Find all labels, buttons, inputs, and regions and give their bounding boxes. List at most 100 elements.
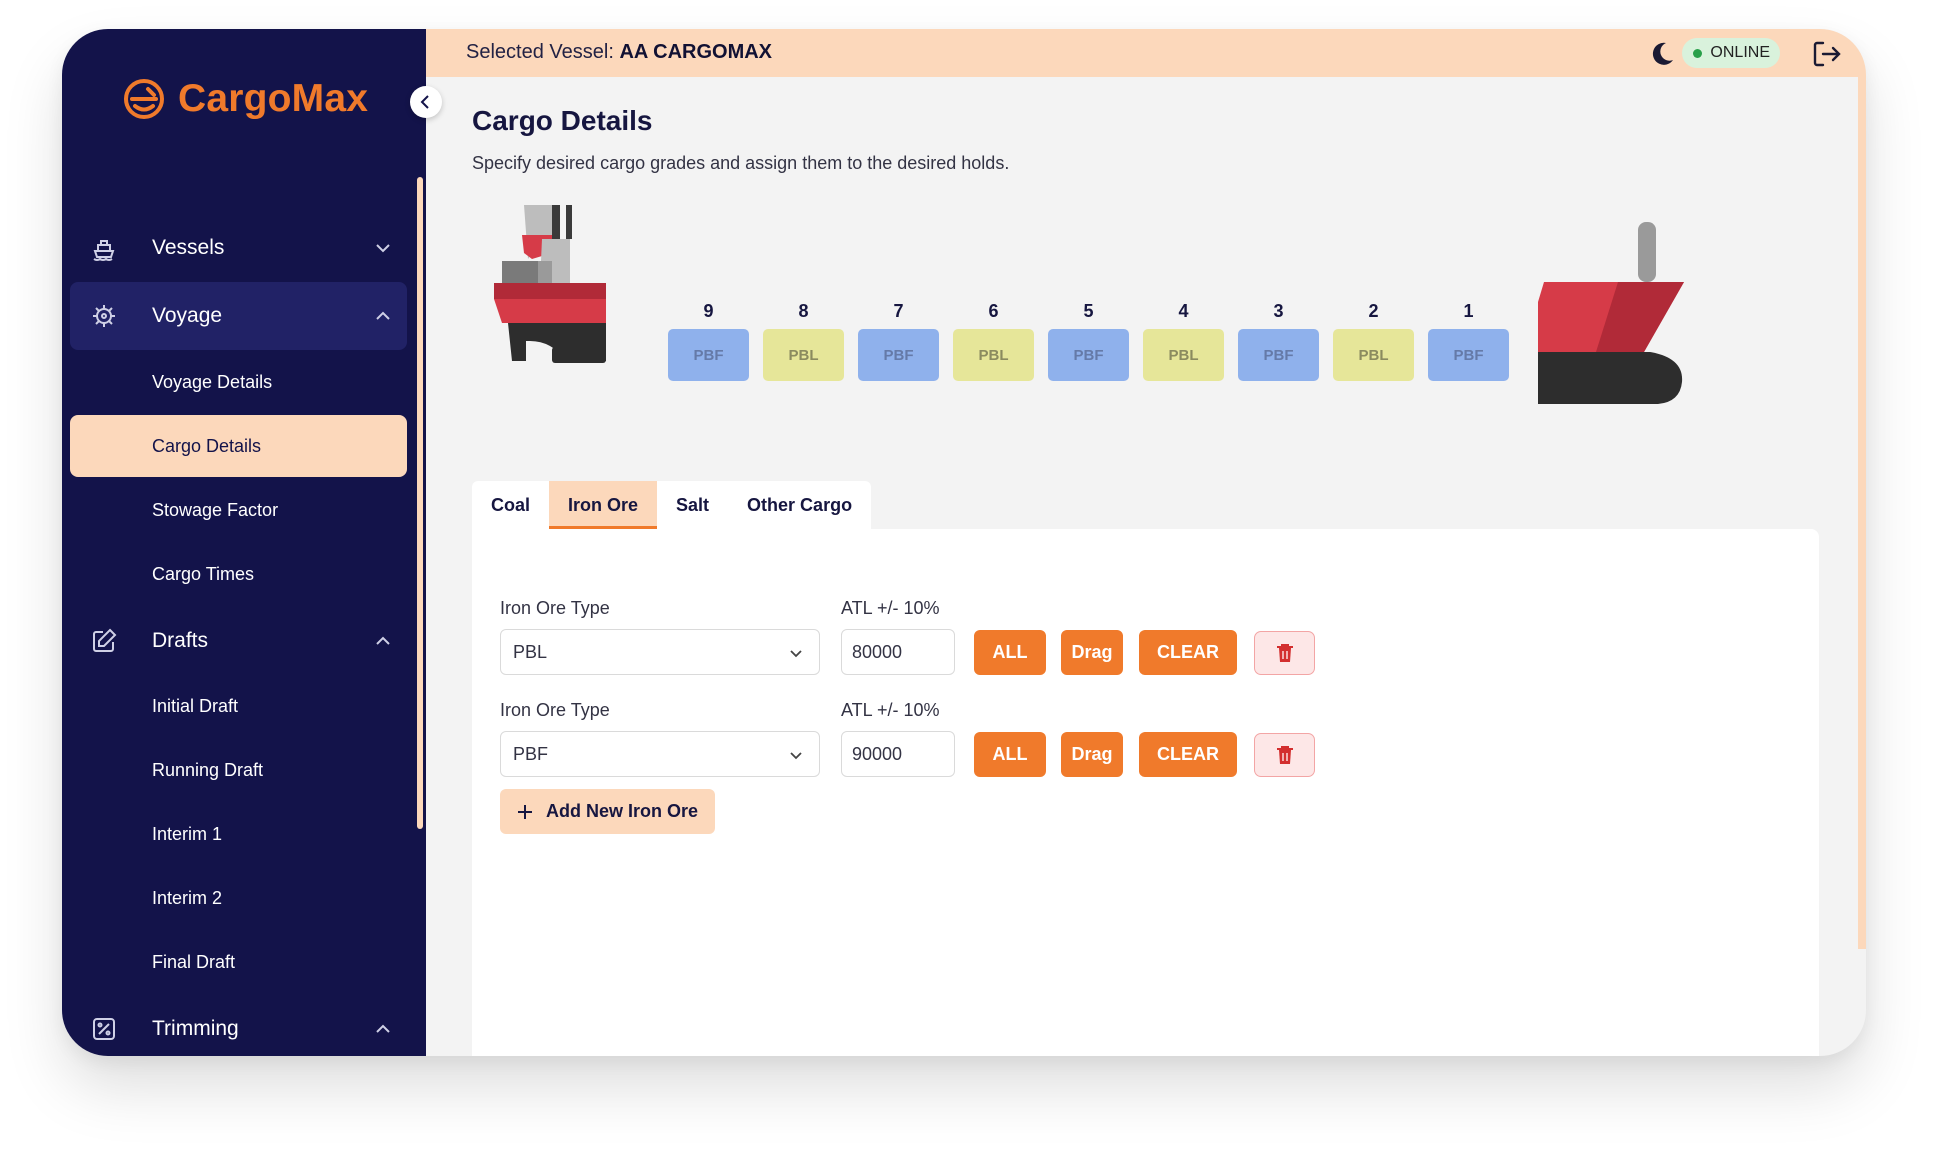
sidebar-scrollbar[interactable] xyxy=(417,177,423,829)
atl-input[interactable] xyxy=(841,731,955,777)
hold-number: 4 xyxy=(1178,301,1189,321)
add-button-label: Add New Iron Ore xyxy=(546,801,699,821)
hold-map: 9 PBF 8 PBL 7 PBF 6 PBL 5 PBF 4 PBL 3 PBF 2 PBL … xyxy=(668,301,1509,381)
sidebar-item-interim-2[interactable]: Interim 2 xyxy=(70,867,407,929)
top-bar: Selected Vessel: AA CARGOMAX ONLINE xyxy=(426,29,1866,77)
sidebar-item-cargo-details[interactable]: Cargo Details xyxy=(70,415,407,477)
cargomax-logo-icon xyxy=(124,79,164,119)
select-value: PBL xyxy=(513,642,548,662)
app-window: CargoMax Vessels Voyage Voyage Details C… xyxy=(62,29,1866,1056)
selected-vessel: Selected Vessel: AA CARGOMAX xyxy=(466,41,772,64)
dark-mode-toggle-icon[interactable] xyxy=(1648,39,1676,67)
hold-5[interactable]: 5 PBF xyxy=(1048,301,1129,381)
hold-grade[interactable]: PBL xyxy=(763,329,844,381)
sidebar-item-stowage-factor[interactable]: Stowage Factor xyxy=(70,479,407,541)
hold-grade[interactable]: PBL xyxy=(1143,329,1224,381)
hold-7[interactable]: 7 PBF xyxy=(858,301,939,381)
collapse-sidebar-button[interactable] xyxy=(410,86,442,118)
hold-6[interactable]: 6 PBL xyxy=(953,301,1034,381)
sidebar-item-running-draft[interactable]: Running Draft xyxy=(70,739,407,801)
sidebar-group-voyage[interactable]: Voyage xyxy=(70,282,407,350)
all-button[interactable]: ALL xyxy=(974,630,1046,675)
trash-icon xyxy=(1276,644,1293,662)
hold-1[interactable]: 1 PBF xyxy=(1428,301,1509,381)
status-dot-icon xyxy=(1693,49,1703,58)
hold-number: 6 xyxy=(988,301,999,321)
sidebar-group-label: Vessels xyxy=(152,236,225,259)
atl-input[interactable] xyxy=(841,629,955,675)
hold-grade[interactable]: PBF xyxy=(668,329,749,381)
sidebar-item-label: Voyage Details xyxy=(152,371,273,392)
logo[interactable]: CargoMax xyxy=(122,77,368,121)
add-new-iron-ore-button[interactable]: Add New Iron Ore xyxy=(500,789,715,834)
hold-number: 2 xyxy=(1368,301,1379,321)
sidebar-group-trimming[interactable]: Trimming xyxy=(70,995,407,1056)
hold-grade[interactable]: PBL xyxy=(1333,329,1414,381)
sidebar-item-cargo-times[interactable]: Cargo Times xyxy=(70,543,407,605)
tab-iron-ore[interactable]: Iron Ore xyxy=(549,481,658,529)
hold-grade[interactable]: PBF xyxy=(858,329,939,381)
chevron-down-icon xyxy=(790,650,802,658)
logo-text: CargoMax xyxy=(178,77,369,120)
hold-3[interactable]: 3 PBF xyxy=(1238,301,1319,381)
sidebar-item-interim-1[interactable]: Interim 1 xyxy=(70,803,407,865)
sidebar-item-final-draft[interactable]: Final Draft xyxy=(70,931,407,993)
delete-row-button[interactable] xyxy=(1254,733,1315,777)
hold-grade[interactable]: PBF xyxy=(1428,329,1509,381)
sidebar-item-initial-draft[interactable]: Initial Draft xyxy=(70,675,407,737)
tab-other-cargo[interactable]: Other Cargo xyxy=(728,481,871,529)
sidebar-group-label: Voyage xyxy=(152,304,223,327)
page-subtitle: Specify desired cargo grades and assign … xyxy=(472,153,1010,173)
iron-ore-type-select[interactable]: PBL xyxy=(500,629,820,675)
hold-2[interactable]: 2 PBL xyxy=(1333,301,1414,381)
delete-row-button[interactable] xyxy=(1254,631,1315,675)
chevron-up-icon xyxy=(376,636,390,645)
main-scrollbar[interactable] xyxy=(1858,77,1866,949)
sidebar-group-drafts[interactable]: Drafts xyxy=(70,607,407,675)
sidebar-group-label: Trimming xyxy=(152,1017,239,1040)
chevron-up-icon xyxy=(376,311,390,320)
plus-icon xyxy=(518,804,532,819)
sidebar-group-vessels[interactable]: Vessels xyxy=(70,214,407,282)
sidebar-item-label: Running Draft xyxy=(152,759,264,780)
status-badge: ONLINE xyxy=(1682,38,1780,68)
hold-number: 5 xyxy=(1083,301,1094,321)
sidebar-item-label: Final Draft xyxy=(152,951,236,972)
selected-vessel-name: AA CARGOMAX xyxy=(619,41,773,63)
ship-icon xyxy=(93,240,115,261)
hold-8[interactable]: 8 PBL xyxy=(763,301,844,381)
edit-icon xyxy=(93,628,117,652)
hold-number: 8 xyxy=(798,301,809,321)
sidebar-item-voyage-details[interactable]: Voyage Details xyxy=(70,351,407,413)
hold-number: 1 xyxy=(1463,301,1474,321)
iron-ore-type-select[interactable]: PBF xyxy=(500,731,820,777)
sidebar-item-label: Stowage Factor xyxy=(152,499,279,520)
chevron-left-icon xyxy=(420,95,429,109)
sidebar-group-label: Drafts xyxy=(152,629,209,652)
ship-stern-illustration xyxy=(494,205,606,363)
iron-ore-type-label: Iron Ore Type xyxy=(500,700,610,720)
clear-button[interactable]: CLEAR xyxy=(1139,732,1237,777)
sidebar: CargoMax Vessels Voyage Voyage Details C… xyxy=(62,29,426,1056)
chevron-down-icon xyxy=(376,244,390,253)
all-button[interactable]: ALL xyxy=(974,732,1046,777)
hold-number: 7 xyxy=(893,301,904,321)
drag-button[interactable]: Drag xyxy=(1061,630,1123,675)
logout-icon[interactable] xyxy=(1810,38,1842,70)
cargo-tabs: Coal Iron Ore Salt Other Cargo xyxy=(472,481,872,529)
drag-button[interactable]: Drag xyxy=(1061,732,1123,777)
hold-9[interactable]: 9 PBF xyxy=(668,301,749,381)
ship-wheel-icon xyxy=(93,305,115,327)
sidebar-item-label: Initial Draft xyxy=(152,695,239,716)
sidebar-item-label: Interim 2 xyxy=(152,887,223,908)
hold-grade[interactable]: PBF xyxy=(1048,329,1129,381)
clear-button[interactable]: CLEAR xyxy=(1139,630,1237,675)
tab-coal[interactable]: Coal xyxy=(472,481,549,529)
hold-4[interactable]: 4 PBL xyxy=(1143,301,1224,381)
hold-grade[interactable]: PBL xyxy=(953,329,1034,381)
tab-salt[interactable]: Salt xyxy=(657,481,728,529)
hold-grade[interactable]: PBF xyxy=(1238,329,1319,381)
sidebar-item-label: Cargo Details xyxy=(152,435,262,456)
chevron-down-icon xyxy=(790,752,802,760)
atl-label: ATL +/- 10% xyxy=(841,700,940,720)
